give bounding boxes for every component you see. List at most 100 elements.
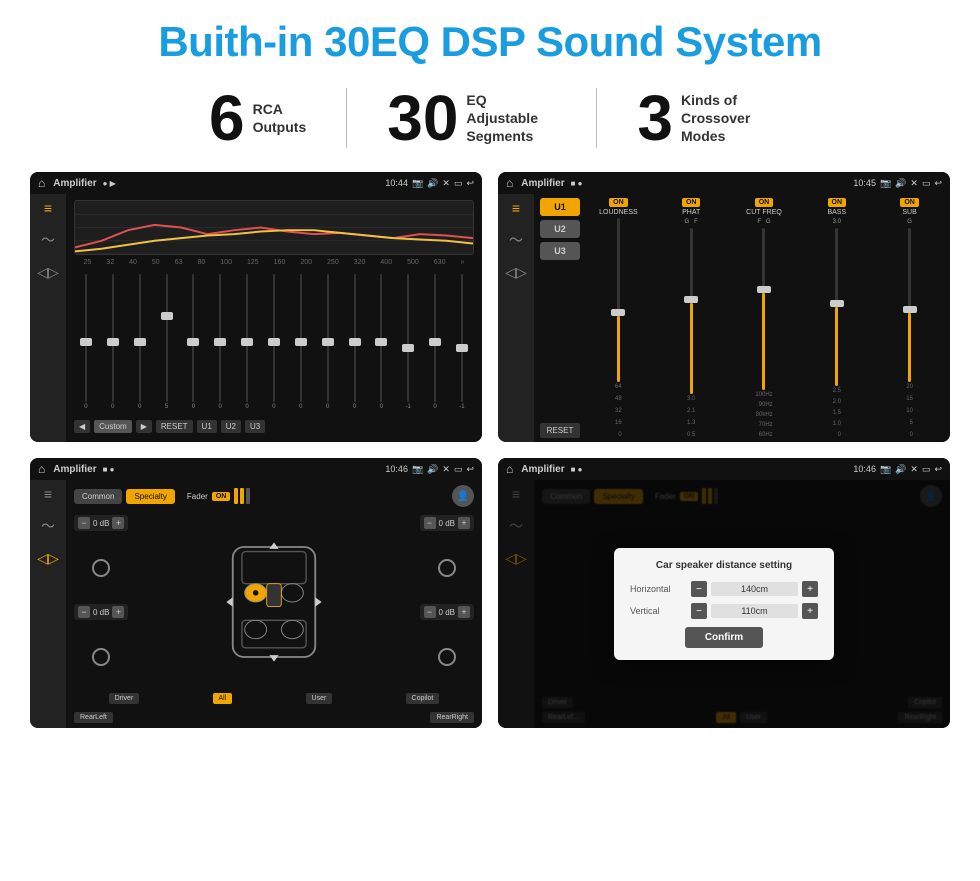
- stats-row: 6 RCAOutputs 30 EQ AdjustableSegments 3 …: [30, 86, 950, 150]
- eq-slider-12[interactable]: -1: [396, 272, 420, 410]
- db-minus-br[interactable]: −: [424, 606, 436, 618]
- rear-left-btn[interactable]: RearLeft: [74, 712, 113, 723]
- specialty-main: Common Specialty Fader ON: [66, 480, 482, 728]
- car-diagram: [134, 515, 413, 689]
- eq-slider-10[interactable]: 0: [343, 272, 367, 410]
- crossover-sidebar-eq-icon[interactable]: ≡: [512, 200, 520, 216]
- screens-grid: ⌂ Amplifier ● ▶ 10:44 📷 🔊 ✕ ▭ ↩ ≡ 〜 ◁▷: [30, 172, 950, 728]
- rear-right-btn[interactable]: RearRight: [430, 712, 474, 723]
- common-tab[interactable]: Common: [74, 489, 122, 504]
- dialog-vertical-control: − 110cm +: [691, 603, 818, 619]
- loudness-slider[interactable]: [584, 218, 653, 382]
- specialty-sidebar-wave-icon[interactable]: 〜: [41, 516, 55, 536]
- eq-sidebar-speaker-icon[interactable]: ◁▷: [37, 264, 59, 281]
- dialog-home-icon[interactable]: ⌂: [506, 462, 513, 476]
- eq-reset-button[interactable]: RESET: [156, 420, 193, 433]
- eq-slider-13[interactable]: 0: [423, 272, 447, 410]
- crossover-u2-btn[interactable]: U2: [540, 220, 580, 238]
- dialog-time: 10:46: [853, 464, 876, 474]
- crossover-close-icon: ✕: [910, 178, 918, 189]
- window-icon: ▭: [454, 178, 463, 189]
- speaker-tr: [438, 559, 456, 577]
- loudness-on-badge: ON: [609, 198, 628, 207]
- speaker-left-col: − 0 dB + − 0 dB +: [74, 515, 128, 689]
- vertical-plus-button[interactable]: +: [802, 603, 818, 619]
- crossover-reset-btn[interactable]: RESET: [540, 423, 580, 438]
- eq-slider-1[interactable]: 0: [101, 272, 125, 410]
- back-icon[interactable]: ↩: [466, 178, 474, 189]
- specialty-back-icon[interactable]: ↩: [466, 464, 474, 475]
- vertical-minus-button[interactable]: −: [691, 603, 707, 619]
- crossover-screen: ⌂ Amplifier ■ ● 10:45 📷 🔊 ✕ ▭ ↩ ≡ 〜 ◁▷: [498, 172, 950, 442]
- profile-icon[interactable]: 👤: [452, 485, 474, 507]
- eq-status-icons: 📷 🔊 ✕ ▭ ↩: [412, 178, 474, 189]
- eq-slider-4[interactable]: 0: [181, 272, 205, 410]
- crossover-back-icon[interactable]: ↩: [934, 178, 942, 189]
- horizontal-value: 140cm: [711, 582, 798, 596]
- db-plus-br[interactable]: +: [458, 606, 470, 618]
- eq-slider-0[interactable]: 0: [74, 272, 98, 410]
- crossover-status-icons: 📷 🔊 ✕ ▭ ↩: [880, 178, 942, 189]
- specialty-tab[interactable]: Specialty: [126, 489, 174, 504]
- db-plus-bl[interactable]: +: [112, 606, 124, 618]
- eq-u2-button[interactable]: U2: [221, 420, 241, 433]
- eq-slider-9[interactable]: 0: [316, 272, 340, 410]
- crossover-sidebar-wave-icon[interactable]: 〜: [509, 230, 523, 250]
- speaker-layout: − 0 dB + − 0 dB +: [74, 515, 474, 689]
- eq-slider-3[interactable]: 5: [155, 272, 179, 410]
- crossover-sidebar-speaker-icon[interactable]: ◁▷: [505, 264, 527, 281]
- eq-sidebar-wave-icon[interactable]: 〜: [41, 230, 55, 250]
- horizontal-minus-button[interactable]: −: [691, 581, 707, 597]
- db-minus-tr[interactable]: −: [424, 517, 436, 529]
- eq-prev-button[interactable]: ◀: [74, 420, 90, 433]
- eq-slider-7[interactable]: 0: [262, 272, 286, 410]
- home-icon[interactable]: ⌂: [38, 176, 45, 190]
- dialog-vertical-label: Vertical: [630, 606, 685, 616]
- specialty-home-icon[interactable]: ⌂: [38, 462, 45, 476]
- eq-slider-6[interactable]: 0: [235, 272, 259, 410]
- specialty-sidebar: ≡ 〜 ◁▷: [30, 480, 66, 728]
- specialty-status-dots: ■ ●: [103, 465, 115, 474]
- eq-sliders: 0 0 0 5 0 0 0 0 0 0 0 0 -1 0 -1: [74, 270, 474, 412]
- bass-slider[interactable]: [802, 228, 871, 386]
- cutfreq-slider[interactable]: [730, 228, 799, 390]
- camera-icon: 📷: [412, 178, 423, 189]
- eq-u3-button[interactable]: U3: [245, 420, 265, 433]
- eq-slider-5[interactable]: 0: [208, 272, 232, 410]
- dialog-camera-icon: 📷: [880, 464, 891, 475]
- eq-slider-2[interactable]: 0: [128, 272, 152, 410]
- specialty-sidebar-speaker-icon[interactable]: ◁▷: [37, 550, 59, 567]
- specialty-sidebar-eq-icon[interactable]: ≡: [44, 486, 52, 502]
- eq-u1-button[interactable]: U1: [197, 420, 217, 433]
- specialty-volume-icon: 🔊: [427, 464, 438, 475]
- dialog-app-name: Amplifier: [521, 464, 564, 475]
- db-plus-tl[interactable]: +: [112, 517, 124, 529]
- dialog-title: Car speaker distance setting: [630, 560, 818, 571]
- eq-preset-button[interactable]: Custom: [94, 420, 132, 433]
- phat-slider[interactable]: [657, 228, 726, 394]
- confirm-button[interactable]: Confirm: [685, 627, 763, 648]
- db-plus-tr[interactable]: +: [458, 517, 470, 529]
- user-btn[interactable]: User: [306, 693, 333, 704]
- dialog-horizontal-row: Horizontal − 140cm +: [630, 581, 818, 597]
- crossover-u3-btn[interactable]: U3: [540, 242, 580, 260]
- dialog-back-icon[interactable]: ↩: [934, 464, 942, 475]
- eq-slider-8[interactable]: 0: [289, 272, 313, 410]
- crossover-home-icon[interactable]: ⌂: [506, 176, 513, 190]
- horizontal-plus-button[interactable]: +: [802, 581, 818, 597]
- dialog-screen: ⌂ Amplifier ■ ● 10:46 📷 🔊 ✕ ▭ ↩ ≡ 〜 ◁▷: [498, 458, 950, 728]
- copilot-btn[interactable]: Copilot: [406, 693, 440, 704]
- eq-slider-11[interactable]: 0: [369, 272, 393, 410]
- db-minus-tl[interactable]: −: [78, 517, 90, 529]
- eq-slider-14[interactable]: -1: [450, 272, 474, 410]
- all-btn[interactable]: All: [213, 693, 233, 704]
- eq-screen-content: ≡ 〜 ◁▷: [30, 194, 482, 442]
- dialog-horizontal-control: − 140cm +: [691, 581, 818, 597]
- eq-play-button[interactable]: ▶: [136, 420, 152, 433]
- crossover-status-bar: ⌂ Amplifier ■ ● 10:45 📷 🔊 ✕ ▭ ↩: [498, 172, 950, 194]
- driver-btn[interactable]: Driver: [109, 693, 140, 704]
- db-minus-bl[interactable]: −: [78, 606, 90, 618]
- eq-sidebar-eq-icon[interactable]: ≡: [44, 200, 52, 216]
- crossover-u1-btn[interactable]: U1: [540, 198, 580, 216]
- sub-slider[interactable]: [875, 228, 944, 382]
